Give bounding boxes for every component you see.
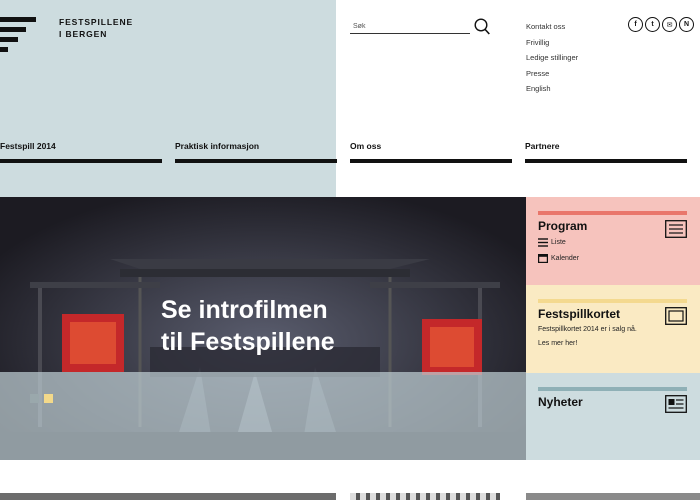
nav-label: Om oss (350, 141, 382, 151)
panel-rule (538, 387, 687, 391)
festspillkortet-title[interactable]: Festspillkortet (538, 307, 620, 321)
calendar-icon (538, 254, 548, 263)
search-bar (350, 18, 490, 36)
nav-partnere[interactable]: Partnere (525, 141, 687, 163)
program-link-label: Liste (551, 239, 566, 246)
slider-dot-2[interactable] (44, 394, 53, 403)
logo-line-1: FESTSPILLENE (59, 17, 134, 27)
twitter-icon[interactable]: t (645, 17, 660, 32)
hero-title[interactable]: Se introfilmen til Festspillene (161, 294, 335, 358)
search-input[interactable] (350, 20, 470, 34)
panel-rule (538, 211, 687, 215)
festspillkortet-panel[interactable]: Festspillkortet Festspillkortet 2014 er … (526, 285, 700, 373)
logo-line-2: I BERGEN (59, 29, 108, 39)
link-kontakt-oss[interactable]: Kontakt oss (526, 19, 578, 35)
link-ledige-stillinger[interactable]: Ledige stillinger (526, 50, 578, 66)
hero-title-line-2: til Festspillene (161, 328, 335, 356)
nav-praktisk-informasjon[interactable]: Praktisk informasjon (175, 141, 337, 163)
program-title[interactable]: Program (538, 219, 587, 233)
nav-label: Partnere (525, 141, 560, 151)
facebook-icon[interactable]: f (628, 17, 643, 32)
link-presse[interactable]: Presse (526, 66, 578, 82)
nav-festspill-2014[interactable]: Festspill 2014 (0, 141, 162, 163)
mail-icon[interactable]: ✉ (662, 17, 677, 32)
program-link-kalender[interactable]: Kalender (538, 254, 579, 263)
bottom-image-strip (526, 493, 700, 500)
bottom-image-strip (350, 493, 500, 500)
card-icon (665, 307, 687, 325)
bottom-image-strip (0, 493, 336, 500)
nyheter-panel[interactable]: Nyheter (526, 373, 700, 460)
program-link-liste[interactable]: Liste (538, 238, 566, 247)
hero-title-line-1: Se introfilmen (161, 296, 328, 324)
social-links: f t ✉ N (628, 17, 694, 32)
nav-om-oss[interactable]: Om oss (350, 141, 512, 163)
program-panel[interactable]: Program Liste Kalender (526, 197, 700, 285)
utility-links: Kontakt oss Frivillig Ledige stillinger … (526, 19, 578, 97)
logo-text[interactable]: FESTSPILLENE I BERGEN (59, 16, 133, 40)
list-icon (538, 238, 548, 247)
festspillkortet-text: Festspillkortet 2014 er i salg nå. (538, 326, 637, 333)
nav-label: Praktisk informasjon (175, 141, 260, 151)
panel-rule (538, 299, 687, 303)
header-background (0, 0, 336, 197)
hero-overlay (0, 372, 526, 460)
program-grid-icon (665, 220, 687, 238)
festspillkortet-read-more-link[interactable]: Les mer her! (538, 337, 577, 351)
nyheter-title[interactable]: Nyheter (538, 395, 583, 409)
slider-dot-1[interactable] (30, 394, 39, 403)
search-icon[interactable] (474, 18, 490, 35)
hero-banner[interactable]: Se introfilmen til Festspillene (0, 197, 526, 460)
link-frivillig[interactable]: Frivillig (526, 35, 578, 51)
logo-mark[interactable] (0, 17, 36, 53)
link-english[interactable]: English (526, 81, 578, 97)
issuu-icon[interactable]: N (679, 17, 694, 32)
newspaper-icon (665, 395, 687, 413)
program-link-label: Kalender (551, 255, 580, 262)
nav-label: Festspill 2014 (0, 141, 56, 151)
slider-dots (30, 394, 53, 403)
